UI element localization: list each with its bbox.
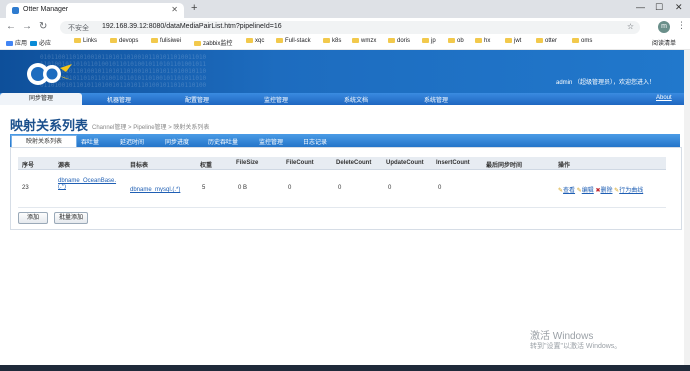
- reload-icon[interactable]: ↻: [39, 21, 47, 32]
- bookmark-item[interactable]: xqc: [246, 38, 264, 44]
- tab-monitor[interactable]: 监控管理: [259, 137, 283, 146]
- page-scrollbar[interactable]: [684, 50, 690, 365]
- col-source: 源表: [58, 163, 71, 169]
- cell-source-link[interactable]: dbname_OceanBase.(.*): [58, 178, 124, 190]
- tab-delay[interactable]: 延迟时间: [120, 137, 144, 146]
- otter-logo-icon: [27, 63, 72, 85]
- bookmark-item[interactable]: zabbix监控: [194, 38, 232, 47]
- cell-insertcount: 0: [438, 185, 442, 191]
- close-window-icon[interactable]: ✕: [675, 2, 683, 13]
- bookmark-item[interactable]: oms: [572, 38, 592, 44]
- breadcrumb: Channel管理 > Pipeline管理 > 映射关系列表: [92, 125, 210, 131]
- bookmark-item[interactable]: ob: [448, 38, 464, 44]
- tab-logs[interactable]: 日志记录: [303, 137, 327, 146]
- header-banner: 0101100110101001011010110100101101011010…: [0, 50, 690, 93]
- windows-activation-hint: 转到"设置"以激活 Windows。: [530, 343, 622, 350]
- browser-tabstrip: Otter Manager ✕ + — ☐ ✕: [0, 0, 690, 18]
- delete-link[interactable]: 删除: [600, 188, 612, 194]
- col-target: 目标表: [130, 163, 149, 169]
- nav-monitor-management[interactable]: 监控管理: [264, 95, 288, 104]
- user-info: admin （超级管理员），欢迎您进入！: [556, 80, 656, 86]
- bookmark-item[interactable]: fulisiwei: [151, 38, 181, 44]
- nav-system-management[interactable]: 系统管理: [424, 95, 448, 104]
- bookmark-item[interactable]: otter: [536, 38, 557, 44]
- col-filesize: FileSize: [236, 160, 259, 166]
- about-link[interactable]: About: [656, 95, 672, 101]
- star-icon[interactable]: ☆: [627, 22, 634, 31]
- cell-actions: ✎查看 ✎编辑 ✖删除 ✎行为曲线: [558, 185, 643, 194]
- reading-list[interactable]: 阅读清单: [652, 38, 676, 47]
- bookmark-item[interactable]: k8s: [323, 38, 341, 44]
- minimize-icon[interactable]: —: [636, 2, 645, 12]
- profile-avatar[interactable]: m: [658, 21, 670, 33]
- bookmarks-bar: 应用 必应 Links devops fulisiwei zabbix监控 xq…: [0, 37, 690, 50]
- table-row: 23 dbname_OceanBase.(.*) dbname_mysql.(.…: [18, 171, 666, 208]
- bookmark-item[interactable]: 应用: [6, 38, 27, 47]
- bookmark-item[interactable]: Links: [74, 38, 97, 44]
- browser-tab[interactable]: Otter Manager ✕: [6, 3, 184, 18]
- breadcrumb-current: 映射关系列表: [173, 125, 210, 131]
- nav-machine-management[interactable]: 机器管理: [107, 95, 131, 104]
- maximize-icon[interactable]: ☐: [655, 2, 663, 13]
- tab-history-throughput[interactable]: 历史吞吐量: [208, 137, 238, 146]
- taskbar: [0, 365, 690, 371]
- col-last-sync: 最后同步时间: [486, 163, 523, 169]
- breadcrumb-channel[interactable]: Channel管理: [92, 125, 126, 131]
- col-weight: 权重: [200, 163, 213, 169]
- nav-system-docs[interactable]: 系统文档: [344, 95, 368, 104]
- browser-menu-icon[interactable]: ⋮: [677, 20, 686, 31]
- close-tab-icon[interactable]: ✕: [171, 5, 178, 14]
- omnibox[interactable]: 不安全 192.168.39.12:8080/dataMediaPairList…: [60, 21, 640, 34]
- view-link[interactable]: 查看: [563, 188, 575, 194]
- cell-weight: 5: [202, 185, 206, 191]
- page-title: 映射关系列表: [10, 118, 89, 133]
- address-bar-row: ← → ↻ 不安全 192.168.39.12:8080/dataMediaPa…: [0, 18, 690, 38]
- favicon-icon: [12, 7, 19, 14]
- col-id: 序号: [22, 163, 35, 169]
- cell-target-link[interactable]: dbname_mysql.(.*): [130, 187, 180, 193]
- bookmark-item[interactable]: devops: [110, 38, 138, 44]
- col-deletecount: DeleteCount: [336, 160, 372, 166]
- col-filecount: FileCount: [286, 160, 314, 166]
- back-icon[interactable]: ←: [6, 21, 16, 32]
- cell-id: 23: [22, 185, 29, 191]
- sub-nav: 映射关系列表 吞吐量 延迟时间 同步进度 历史吞吐量 监控管理 日志记录: [10, 134, 680, 148]
- bookmark-item[interactable]: jp: [422, 38, 436, 44]
- new-tab-icon[interactable]: +: [191, 2, 197, 14]
- col-updatecount: UpdateCount: [386, 160, 424, 166]
- cell-filecount: 0: [288, 185, 292, 191]
- nav-config-management[interactable]: 配置管理: [185, 95, 209, 104]
- col-actions: 操作: [558, 163, 571, 169]
- cell-updatecount: 0: [388, 185, 392, 191]
- table-header: 序号 源表 目标表 权重 FileSize FileCount DeleteCo…: [18, 157, 666, 170]
- windows-activation-title: 激活 Windows: [530, 331, 594, 342]
- tab-progress[interactable]: 同步进度: [165, 137, 189, 146]
- forward-icon[interactable]: →: [22, 21, 32, 32]
- batch-add-button[interactable]: 批量添加: [54, 212, 88, 224]
- cell-deletecount: 0: [338, 185, 342, 191]
- bookmark-item[interactable]: wmzx: [352, 38, 376, 44]
- edit-link[interactable]: 编辑: [582, 188, 594, 194]
- cell-filesize: 0 B: [238, 185, 248, 191]
- tab-throughput[interactable]: 吞吐量: [81, 137, 99, 146]
- main-nav: 同步管理 机器管理 配置管理 监控管理 系统文档 系统管理 About: [0, 93, 690, 105]
- breadcrumb-pipeline[interactable]: Pipeline管理: [133, 125, 166, 131]
- security-label[interactable]: 不安全: [68, 23, 89, 33]
- col-insertcount: InsertCount: [436, 160, 470, 166]
- tab-title: Otter Manager: [23, 6, 69, 13]
- url-text[interactable]: 192.168.39.12:8080/dataMediaPairList.htm…: [102, 23, 282, 30]
- behavior-curve-link[interactable]: 行为曲线: [619, 188, 643, 194]
- bookmark-item[interactable]: doris: [388, 38, 410, 44]
- bookmark-item[interactable]: hx: [475, 38, 490, 44]
- bookmark-item[interactable]: jwt: [505, 38, 521, 44]
- bookmark-item[interactable]: 必应: [30, 38, 51, 47]
- bookmark-item[interactable]: Full-stack: [276, 38, 311, 44]
- add-button[interactable]: 添加: [18, 212, 48, 224]
- nav-sync-management[interactable]: 同步管理: [0, 93, 82, 105]
